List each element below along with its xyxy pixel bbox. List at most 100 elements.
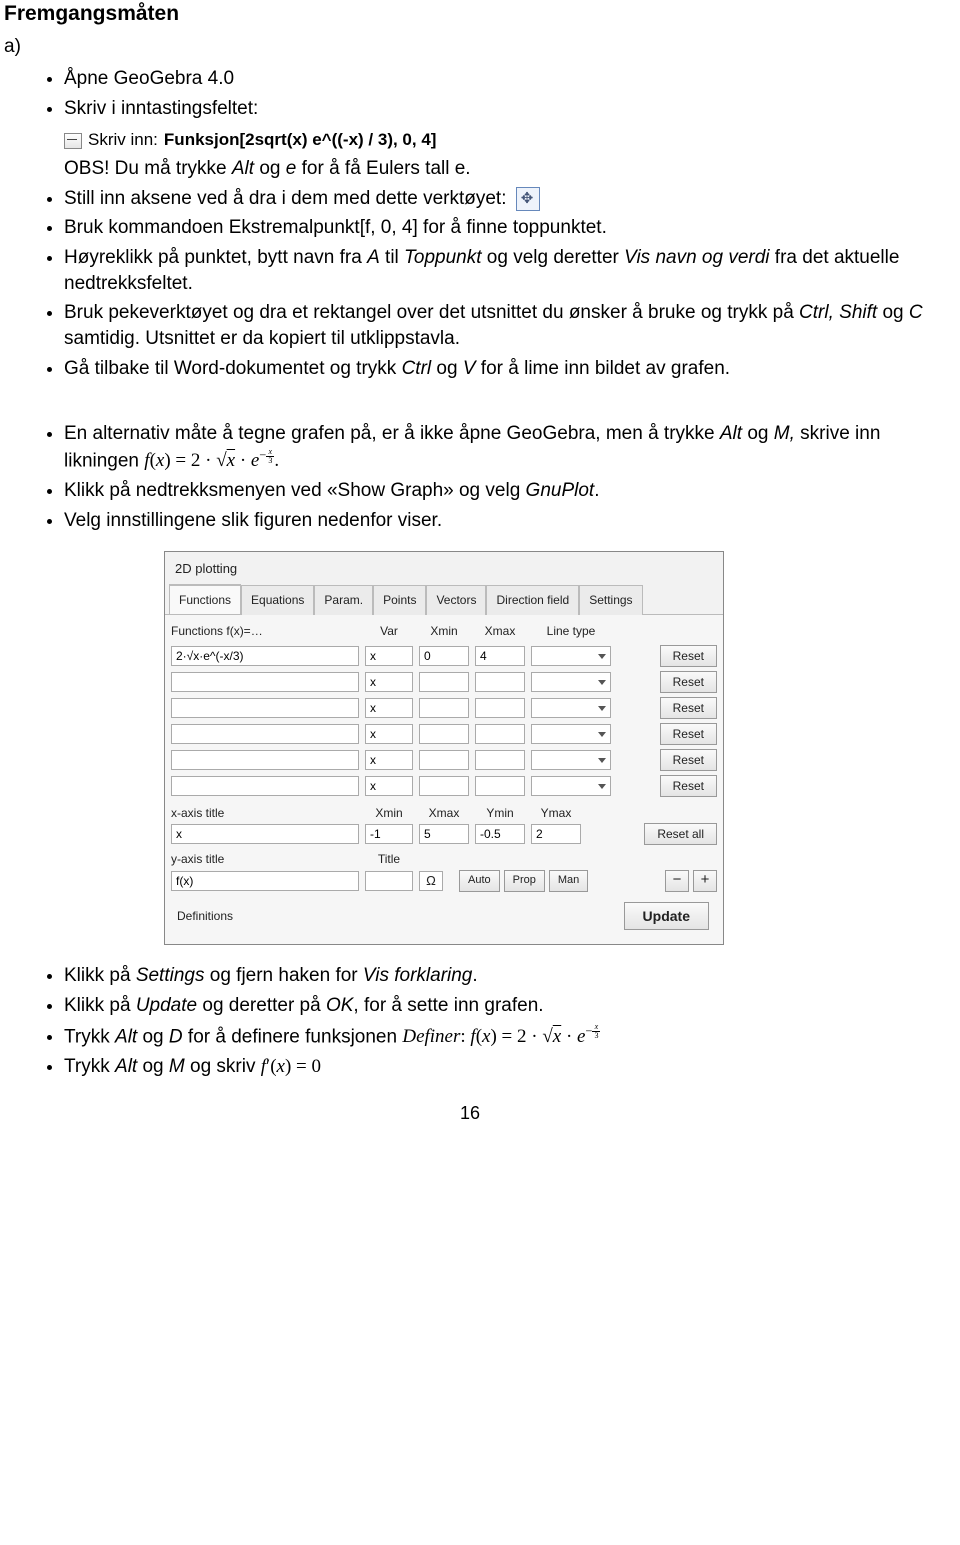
ymin-input[interactable]	[475, 824, 525, 844]
reset-button[interactable]: Reset	[660, 775, 717, 797]
list-item: Skriv i inntastingsfeltet:	[64, 96, 936, 122]
var-input[interactable]	[365, 698, 413, 718]
plus-button[interactable]: +	[693, 870, 717, 892]
y-axis-title-input[interactable]	[171, 871, 359, 891]
var-input[interactable]	[365, 750, 413, 770]
xmax-input[interactable]	[475, 698, 525, 718]
omega-button[interactable]: Ω	[419, 871, 443, 891]
function-input[interactable]	[171, 646, 359, 666]
formula-fx: f(x) = 2 · √x · e−x3.	[144, 450, 279, 471]
list-item: Bruk kommandoen Ekstremalpunkt[f, 0, 4] …	[64, 215, 936, 241]
reset-button[interactable]: Reset	[660, 749, 717, 771]
plotting-dialog: 2D plotting Functions Equations Param. P…	[164, 551, 724, 945]
definitions-label: Definitions	[177, 908, 233, 924]
function-row: Reset	[171, 643, 717, 669]
var-input[interactable]	[365, 672, 413, 692]
xmin-input[interactable]	[419, 646, 469, 666]
xmax-input[interactable]	[475, 724, 525, 744]
list-item: Klikk på Update og deretter på OK, for å…	[64, 993, 936, 1019]
tabs-bar: Functions Equations Param. Points Vector…	[165, 584, 723, 615]
line-type-select[interactable]	[531, 672, 611, 692]
section-title: Fremgangsmåten	[4, 0, 936, 28]
function-input[interactable]	[171, 750, 359, 770]
xmin-input[interactable]	[419, 698, 469, 718]
tab-functions[interactable]: Functions	[169, 584, 241, 614]
subsection-a: a)	[4, 34, 936, 60]
list-item: Trykk Alt og D for å definere funksjonen…	[64, 1023, 936, 1050]
tab-vectors[interactable]: Vectors	[426, 585, 486, 615]
instruction-list-1: Åpne GeoGebra 4.0 Skriv i inntastingsfel…	[4, 66, 936, 121]
line-type-select[interactable]	[531, 750, 611, 770]
list-item: Åpne GeoGebra 4.0	[64, 66, 936, 92]
fn-header-row: Functions f(x)=… Var Xmin Xmax Line type	[171, 621, 717, 643]
update-button[interactable]: Update	[624, 902, 709, 931]
reset-button[interactable]: Reset	[660, 645, 717, 667]
line-type-select[interactable]	[531, 776, 611, 796]
xmin-input[interactable]	[419, 724, 469, 744]
function-row: Reset	[171, 695, 717, 721]
instruction-list-4: Klikk på Settings og fjern haken for Vis…	[4, 963, 936, 1079]
function-row: Reset	[171, 721, 717, 747]
list-item: Gå tilbake til Word-dokumentet og trykk …	[64, 356, 936, 382]
instruction-list-3: En alternativ måte å tegne grafen på, er…	[4, 421, 936, 533]
skriv-inn-bar: Skriv inn: Funksjon[2sqrt(x) e^((-x) / 3…	[64, 129, 936, 152]
xmin-input[interactable]	[419, 750, 469, 770]
tab-settings[interactable]: Settings	[579, 585, 642, 615]
list-item: Bruk pekeverktøyet og dra et rektangel o…	[64, 300, 936, 351]
function-row: Reset	[171, 669, 717, 695]
obs-line: OBS! Du må trykke Alt og e for å få Eule…	[4, 156, 936, 182]
function-input[interactable]	[171, 698, 359, 718]
line-type-select[interactable]	[531, 724, 611, 744]
list-item: Klikk på Settings og fjern haken for Vis…	[64, 963, 936, 989]
xmax-input[interactable]	[475, 776, 525, 796]
man-button[interactable]: Man	[549, 870, 588, 892]
x-axis-title-input[interactable]	[171, 824, 359, 844]
input-icon	[64, 133, 82, 149]
list-item: Klikk på nedtrekksmenyen ved «Show Graph…	[64, 478, 936, 504]
xmin-input[interactable]	[365, 824, 413, 844]
y-axis-header: y-axis title Title	[171, 845, 717, 869]
minus-button[interactable]: −	[665, 870, 689, 892]
xmax-input[interactable]	[475, 646, 525, 666]
title-input[interactable]	[365, 871, 413, 891]
y-axis-row: Ω Auto Prop Man − +	[171, 870, 717, 892]
ymax-input[interactable]	[531, 824, 581, 844]
instruction-list-2: Still inn aksene ved å dra i dem med det…	[4, 186, 936, 381]
list-item: Høyreklikk på punktet, bytt navn fra A t…	[64, 245, 936, 296]
prop-button[interactable]: Prop	[504, 870, 545, 892]
var-input[interactable]	[365, 646, 413, 666]
function-input[interactable]	[171, 724, 359, 744]
formula-fprime: f′(x) = 0	[261, 1056, 321, 1077]
function-row: Reset	[171, 773, 717, 799]
x-axis-row: Reset all	[171, 823, 717, 845]
tab-points[interactable]: Points	[373, 585, 426, 615]
line-type-select[interactable]	[531, 646, 611, 666]
var-input[interactable]	[365, 776, 413, 796]
tab-direction-field[interactable]: Direction field	[486, 585, 579, 615]
xmax-input[interactable]	[475, 750, 525, 770]
auto-button[interactable]: Auto	[459, 870, 500, 892]
list-item: Velg innstillingene slik figuren nedenfo…	[64, 508, 936, 534]
move-axes-tool-icon	[516, 187, 540, 211]
function-row: Reset	[171, 747, 717, 773]
reset-button[interactable]: Reset	[660, 723, 717, 745]
x-axis-header: x-axis title Xmin Xmax Ymin Ymax	[171, 799, 717, 823]
xmin-input[interactable]	[419, 672, 469, 692]
xmax-input[interactable]	[419, 824, 469, 844]
xmin-input[interactable]	[419, 776, 469, 796]
line-type-select[interactable]	[531, 698, 611, 718]
tab-equations[interactable]: Equations	[241, 585, 314, 615]
function-input[interactable]	[171, 672, 359, 692]
dialog-title: 2D plotting	[165, 552, 723, 584]
page-number: 16	[4, 1101, 936, 1125]
list-item: Trykk Alt og M og skriv f′(x) = 0	[64, 1054, 936, 1080]
reset-button[interactable]: Reset	[660, 671, 717, 693]
reset-all-button[interactable]: Reset all	[644, 823, 717, 845]
xmax-input[interactable]	[475, 672, 525, 692]
var-input[interactable]	[365, 724, 413, 744]
function-input[interactable]	[171, 776, 359, 796]
reset-button[interactable]: Reset	[660, 697, 717, 719]
skriv-inn-label: Skriv inn:	[88, 129, 158, 152]
skriv-inn-command: Funksjon[2sqrt(x) e^((-x) / 3), 0, 4]	[164, 129, 437, 152]
tab-param[interactable]: Param.	[314, 585, 373, 615]
